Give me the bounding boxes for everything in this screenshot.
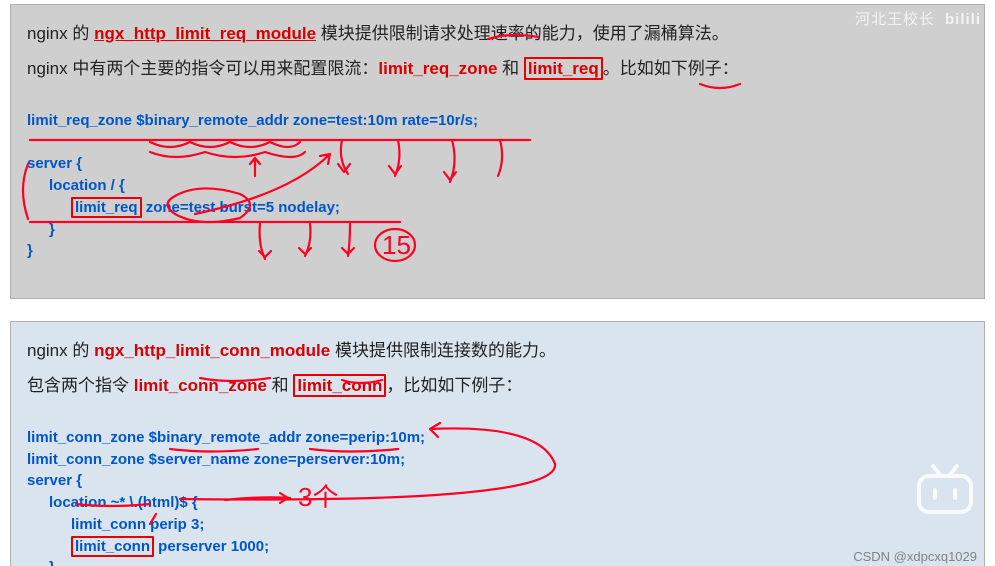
p2-l2-t1: 包含两个指令 [27, 376, 134, 395]
panel-limit-conn: nginx 的 ngx_http_limit_conn_module 模块提供限… [10, 321, 985, 566]
p1-code-l2: server { [27, 155, 82, 172]
p1-l2-t3: 。比如如下例子： [603, 59, 739, 78]
p2-code-l4: location ~* \.(html)$ { [27, 494, 198, 511]
p2-l1-t2: 模块提供限制连接数的能力。 [330, 341, 556, 360]
p2-directive2: limit_conn [293, 374, 386, 397]
p2-code-l7: } [27, 559, 55, 566]
p1-limit-req-box: limit_req [71, 197, 142, 218]
p2-code-block: limit_conn_zone $binary_remote_addr zone… [27, 405, 968, 566]
p2-code-l5: limit_conn perip 3; [27, 516, 204, 533]
bilibili-tv-icon [913, 462, 977, 518]
p1-code-block: limit_req_zone $binary_remote_addr zone=… [27, 88, 968, 284]
p1-l2-t1: nginx 中有两个主要的指令可以用来配置限流： [27, 59, 378, 78]
panel-limit-req: nginx 的 ngx_http_limit_req_module 模块提供限制… [10, 4, 985, 299]
p2-directive1: limit_conn_zone [134, 376, 267, 395]
p2-code-l3: server { [27, 472, 82, 489]
p2-code-l1: limit_conn_zone $binary_remote_addr zone… [27, 429, 425, 446]
p2-code-l2: limit_conn_zone $server_name zone=perser… [27, 451, 405, 468]
p1-directive2: limit_req [524, 57, 603, 80]
p1-code-l6: } [27, 242, 33, 259]
p1-module-name: ngx_http_limit_req_module [94, 24, 316, 43]
watermark-top-logo: bilili [945, 11, 981, 28]
p1-line2: nginx 中有两个主要的指令可以用来配置限流：limit_req_zone 和… [27, 54, 968, 85]
watermark-top-cn: 河北王校长 [855, 11, 935, 28]
p1-code-l3: location / { [27, 177, 125, 194]
p1-line1: nginx 的 ngx_http_limit_req_module 模块提供限制… [27, 19, 968, 50]
p2-code-l6: limit_conn perserver 1000; [27, 538, 269, 555]
p2-l2-t3: ，比如如下例子： [386, 376, 522, 395]
p1-code-l4: limit_req zone=test burst=5 nodelay; [27, 199, 340, 216]
p1-l1-t2: 模块提供限制请求处理速率的能力，使用了漏桶算法。 [316, 24, 729, 43]
p2-module-name: ngx_http_limit_conn_module [94, 341, 330, 360]
p2-limit-conn-box: limit_conn [71, 536, 154, 557]
watermark-bottom: CSDN @xdpcxq1029 [853, 549, 977, 564]
p1-directive1: limit_req_zone [378, 59, 497, 78]
p1-l2-t2: 和 [497, 59, 523, 78]
p2-line2: 包含两个指令 limit_conn_zone 和 limit_conn，比如如下… [27, 371, 968, 402]
p1-code-l5: } [27, 221, 55, 238]
p1-code-l1: limit_req_zone $binary_remote_addr zone=… [27, 112, 478, 129]
p1-l1-t1: nginx 的 [27, 24, 94, 43]
p2-code-l6-rest: perserver 1000; [154, 538, 269, 555]
watermark-top: 河北王校长 bilili [855, 8, 981, 29]
p1-code-l4-rest: zone=test burst=5 nodelay; [142, 199, 340, 216]
p2-l2-t2: 和 [267, 376, 293, 395]
p2-l1-t1: nginx 的 [27, 341, 94, 360]
p2-line1: nginx 的 ngx_http_limit_conn_module 模块提供限… [27, 336, 968, 367]
